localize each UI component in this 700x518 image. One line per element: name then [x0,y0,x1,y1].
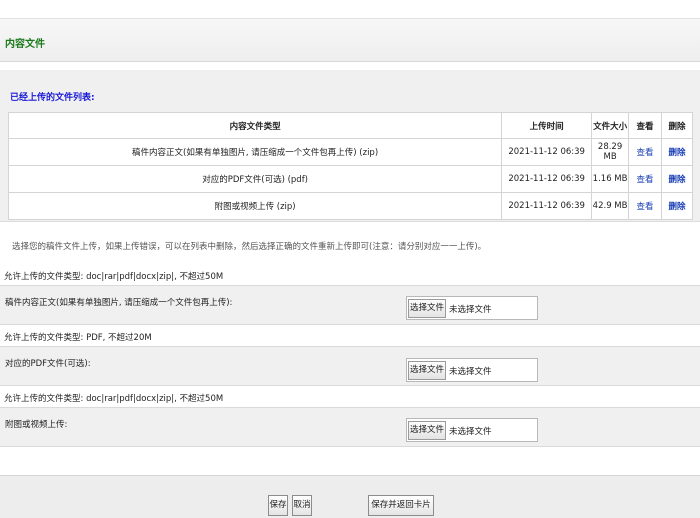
upload-time-cell: 2021-11-12 06:39 [501,138,593,166]
column-header-size: 文件大小 [591,112,630,139]
file-type-cell: 附图或视频上传 (zip) [7,192,503,220]
column-header-type: 内容文件类型 [7,112,503,139]
column-header-delete: 删除 [661,112,693,139]
top-strip [0,0,700,16]
save-and-return-button[interactable]: 保存并返回卡片列表 [368,495,434,516]
table-row: 附图或视频上传 (zip) 2021-11-12 06:39 42.9 MB 查… [7,192,693,220]
table-row: 对应的PDF文件(可选) (pdf) 2021-11-12 06:39 1.16… [7,165,693,193]
gap-strip [0,62,700,70]
section-header: 内容文件 [0,18,700,62]
form-footer: 保存 取消 保存并返回卡片列表 [0,475,700,518]
save-button[interactable]: 保存 [268,495,288,516]
file-size-cell: 28.29 MB [591,138,630,166]
upload-row-attachments: 附图或视频上传: 选择文件 未选择文件 [0,407,700,447]
section-title: 内容文件 [5,39,45,50]
choose-file-button[interactable]: 选择文件 [408,421,446,440]
uploaded-files-panel: 已经上传的文件列表: 内容文件类型 上传时间 文件大小 查看 删除 稿件内容正文… [0,70,700,222]
file-type-cell: 稿件内容正文(如果有单独图片, 请压缩成一个文件包再上传) (zip) [7,138,503,166]
delete-link[interactable]: 删除 [661,138,693,166]
view-link[interactable]: 查看 [628,138,663,166]
delete-link[interactable]: 删除 [661,165,693,193]
upload-time-cell: 2021-11-12 06:39 [501,192,593,220]
view-link[interactable]: 查看 [628,165,663,193]
upload-row-manuscript: 稿件内容正文(如果有单独图片, 请压缩成一个文件包再上传): 选择文件 未选择文… [0,285,700,325]
file-input-manuscript[interactable]: 选择文件 未选择文件 [406,296,538,320]
choose-file-button[interactable]: 选择文件 [408,361,446,380]
upload-label: 稿件内容正文(如果有单独图片, 请压缩成一个文件包再上传): [5,298,233,308]
choose-file-button[interactable]: 选择文件 [408,299,446,318]
upload-label: 附图或视频上传: [5,420,68,430]
delete-link[interactable]: 删除 [661,192,693,220]
table-row: 稿件内容正文(如果有单独图片, 请压缩成一个文件包再上传) (zip) 2021… [7,138,693,166]
upload-time-cell: 2021-11-12 06:39 [501,165,593,193]
file-size-cell: 1.16 MB [591,165,630,193]
file-input-pdf[interactable]: 选择文件 未选择文件 [406,358,538,382]
upload-label: 对应的PDF文件(可选): [5,359,91,369]
file-status: 未选择文件 [449,305,492,315]
view-link[interactable]: 查看 [628,192,663,220]
file-size-cell: 42.9 MB [591,192,630,220]
uploaded-files-title: 已经上传的文件列表: [10,93,95,103]
uploaded-files-table: 内容文件类型 上传时间 文件大小 查看 删除 稿件内容正文(如果有单独图片, 请… [7,112,693,220]
column-header-view: 查看 [628,112,663,139]
upload-instructions: 选择您的稿件文件上传，如果上传错误，可以在列表中删除，然后选择正确的文件重新上传… [12,242,487,252]
cancel-button[interactable]: 取消 [292,495,312,516]
file-status: 未选择文件 [449,427,492,437]
upload-row-pdf: 对应的PDF文件(可选): 选择文件 未选择文件 [0,346,700,386]
table-header-row: 内容文件类型 上传时间 文件大小 查看 删除 [7,112,693,139]
allowed-types-text: 允许上传的文件类型: PDF, 不超过20M [4,333,152,343]
file-type-cell: 对应的PDF文件(可选) (pdf) [7,165,503,193]
file-status: 未选择文件 [449,367,492,377]
file-input-attachments[interactable]: 选择文件 未选择文件 [406,418,538,442]
allowed-types-text: 允许上传的文件类型: doc|rar|pdf|docx|zip|, 不超过50M [4,272,224,282]
column-header-time: 上传时间 [501,112,593,139]
allowed-types-text: 允许上传的文件类型: doc|rar|pdf|docx|zip|, 不超过50M [4,394,224,404]
